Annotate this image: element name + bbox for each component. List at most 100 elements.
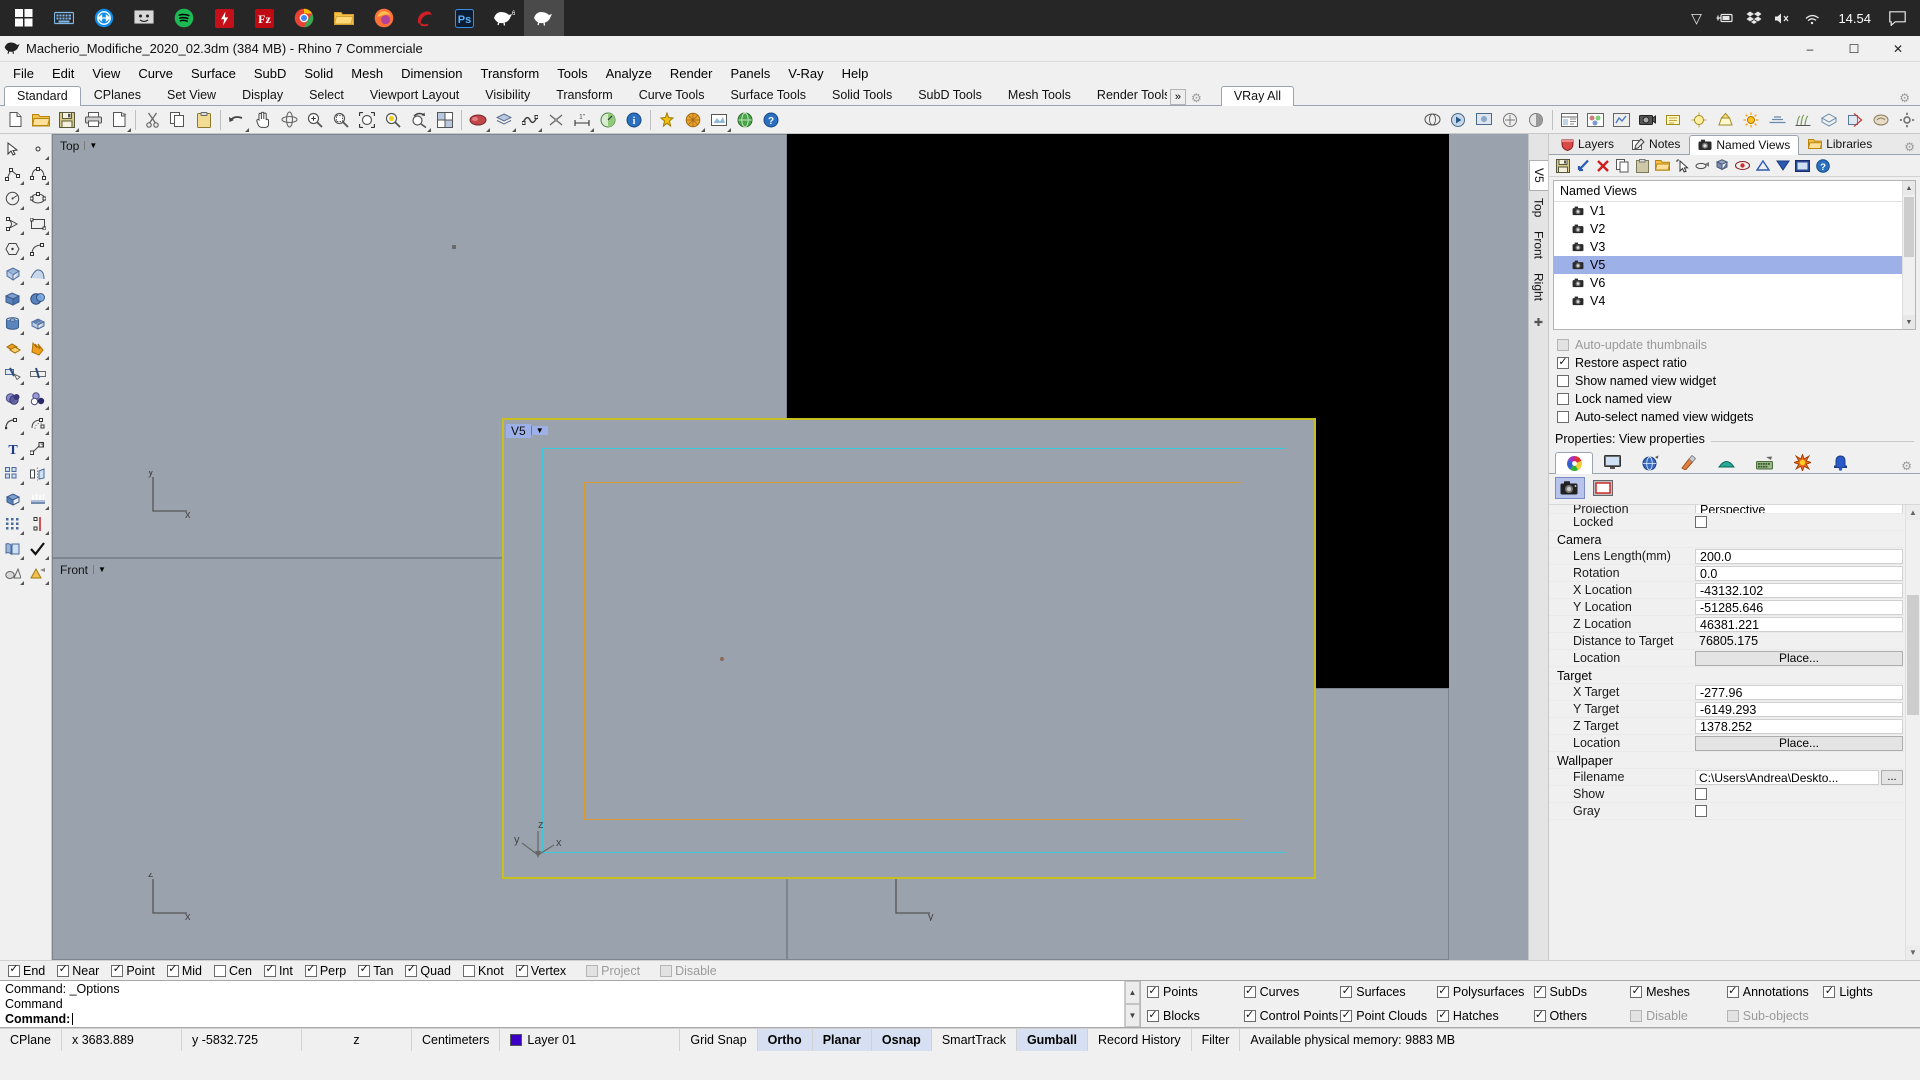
ellipse-icon[interactable] xyxy=(25,186,50,211)
property-row-x-target[interactable]: X Target -277.96 xyxy=(1549,684,1920,701)
print-preview-icon[interactable] xyxy=(106,107,132,133)
properties-tab-color[interactable] xyxy=(1555,452,1593,474)
filter-annotations[interactable]: ✓ Annotations xyxy=(1726,980,1824,1004)
menu-transform[interactable]: Transform xyxy=(471,64,548,83)
menu-panels[interactable]: Panels xyxy=(721,64,779,83)
checkbox[interactable]: ✓ xyxy=(111,964,124,977)
toolbar-tab-standard[interactable]: Standard xyxy=(4,86,81,106)
osnap-quad[interactable]: ✓ Quad xyxy=(405,964,451,978)
property-row-gray[interactable]: Gray xyxy=(1549,803,1920,820)
scroll-thumb[interactable] xyxy=(1904,197,1914,257)
vray-light-ies-icon[interactable] xyxy=(1712,107,1738,133)
vray-render-interactive-icon[interactable] xyxy=(1445,107,1471,133)
toolbar-tab-surface-tools[interactable]: Surface Tools xyxy=(717,85,819,105)
vray-quality-icon[interactable] xyxy=(1523,107,1549,133)
panel-gear-icon[interactable]: ⚙ xyxy=(1899,140,1920,154)
toolbar-tab-display[interactable]: Display xyxy=(229,85,296,105)
filter-sub-objects[interactable]: Sub-objects xyxy=(1726,1004,1824,1028)
properties-tab-sun[interactable] xyxy=(1783,451,1821,473)
properties-tab-notification[interactable] xyxy=(1821,451,1859,473)
boolean-difference-icon[interactable] xyxy=(0,386,25,411)
insert-knot-icon[interactable] xyxy=(25,511,50,536)
osnap-perp[interactable]: ✓ Perp xyxy=(304,964,346,978)
osnap-cen[interactable]: Cen xyxy=(214,964,252,978)
wifi-icon[interactable] xyxy=(1799,0,1825,36)
box-icon[interactable] xyxy=(0,286,25,311)
menu-solid[interactable]: Solid xyxy=(295,64,342,83)
chevron-up-icon[interactable]: ▽ xyxy=(1683,0,1709,36)
save-icon[interactable] xyxy=(1553,156,1572,175)
viewport-layout-icon[interactable] xyxy=(432,107,458,133)
filter-polysurfaces[interactable]: ✓ Polysurfaces xyxy=(1436,980,1534,1004)
properties-tab-ground-plane[interactable] xyxy=(1707,451,1745,473)
viewport-tab-v5[interactable]: V5 xyxy=(1529,160,1548,191)
scroll-up-icon[interactable]: ▲ xyxy=(1906,505,1920,520)
help-icon[interactable]: ? xyxy=(758,107,784,133)
status-toggle-smarttrack[interactable]: SmartTrack xyxy=(932,1028,1017,1051)
camera-place-button[interactable]: Place... xyxy=(1695,650,1903,666)
osnap-mid[interactable]: ✓ Mid xyxy=(166,964,202,978)
checkbox[interactable]: ✓ xyxy=(57,964,70,977)
properties-tab-environment[interactable] xyxy=(1631,451,1669,473)
close-button[interactable]: ✕ xyxy=(1876,36,1920,62)
spotify-icon[interactable] xyxy=(164,0,204,36)
keyboard-icon[interactable] xyxy=(44,0,84,36)
toolbar-overflow-button[interactable]: » xyxy=(1169,89,1187,105)
firefox-icon[interactable] xyxy=(364,0,404,36)
zoom-selected-icon[interactable] xyxy=(380,107,406,133)
menu-view[interactable]: View xyxy=(83,64,129,83)
toolbar-tab-viewport-layout[interactable]: Viewport Layout xyxy=(357,85,472,105)
arc-icon[interactable] xyxy=(0,211,25,236)
split-icon[interactable] xyxy=(25,361,50,386)
zoom-in-icon[interactable] xyxy=(302,107,328,133)
status-units[interactable]: Centimeters xyxy=(412,1028,501,1051)
battery-icon[interactable] xyxy=(1712,0,1738,36)
checkbox[interactable]: ✓ xyxy=(1533,985,1546,998)
status-toggle-osnap[interactable]: Osnap xyxy=(871,1028,932,1051)
vray-infinite-plane-icon[interactable] xyxy=(1764,107,1790,133)
osnap-knot[interactable]: Knot xyxy=(463,964,504,978)
maximize-button[interactable]: ☐ xyxy=(1832,36,1876,62)
status-toggle-grid-snap[interactable]: Grid Snap xyxy=(680,1028,758,1051)
status-toggle-planar[interactable]: Planar xyxy=(812,1028,872,1051)
thumbnail-icon[interactable] xyxy=(1793,156,1812,175)
checkbox[interactable]: ✓ xyxy=(1823,985,1836,998)
sphere-icon[interactable] xyxy=(25,286,50,311)
panel-tab-named-views[interactable]: Named Views xyxy=(1689,135,1800,155)
move-down-icon[interactable] xyxy=(1773,156,1792,175)
zoom-extents-icon[interactable] xyxy=(354,107,380,133)
viewport-front-dropdown-arrow[interactable]: ▼ xyxy=(93,565,110,574)
property-row-y-location[interactable]: Y Location -51285.646 xyxy=(1549,599,1920,616)
rhino-6-icon[interactable]: 6 xyxy=(484,0,524,36)
property-row-locked[interactable]: Locked xyxy=(1549,514,1920,531)
checkbox[interactable]: ✓ xyxy=(1436,985,1449,998)
subd-box-icon[interactable] xyxy=(25,311,50,336)
taskbar-clock[interactable]: 14.54 xyxy=(1828,11,1881,26)
viewport-top-dropdown-arrow[interactable]: ▼ xyxy=(84,141,101,150)
property-checkbox-wrap[interactable] xyxy=(1695,788,1920,800)
vray-camera-icon[interactable] xyxy=(1634,107,1660,133)
properties-tab-render[interactable] xyxy=(1745,451,1783,473)
checkbox[interactable]: ✓ xyxy=(1340,985,1353,998)
property-row-z-location[interactable]: Z Location 46381.221 xyxy=(1549,616,1920,633)
layer-state-icon[interactable] xyxy=(491,107,517,133)
toolbar-tab-visibility[interactable]: Visibility xyxy=(472,85,543,105)
viewport-v5-dropdown-arrow[interactable]: ▼ xyxy=(530,426,548,435)
filter-lights[interactable]: ✓ Lights xyxy=(1823,980,1920,1004)
layer-color-swatch[interactable] xyxy=(510,1033,523,1046)
menu-curve[interactable]: Curve xyxy=(129,64,182,83)
web-help-icon[interactable] xyxy=(732,107,758,133)
flash-icon[interactable] xyxy=(204,0,244,36)
new-file-icon[interactable] xyxy=(2,107,28,133)
duplicate-icon[interactable] xyxy=(1713,156,1732,175)
shaded-view-icon[interactable] xyxy=(465,107,491,133)
checkbox[interactable]: ✓ xyxy=(1243,1009,1256,1022)
osnap-project[interactable]: Project xyxy=(586,964,640,978)
command-scroll-spinner[interactable]: ▲ ▼ xyxy=(1124,981,1140,1027)
visibility-icon[interactable] xyxy=(1733,156,1752,175)
vray-batch-render-icon[interactable] xyxy=(1608,107,1634,133)
render-material-icon[interactable] xyxy=(25,561,50,586)
print-icon[interactable] xyxy=(80,107,106,133)
copy-icon[interactable] xyxy=(165,107,191,133)
cylinder-icon[interactable] xyxy=(0,311,25,336)
